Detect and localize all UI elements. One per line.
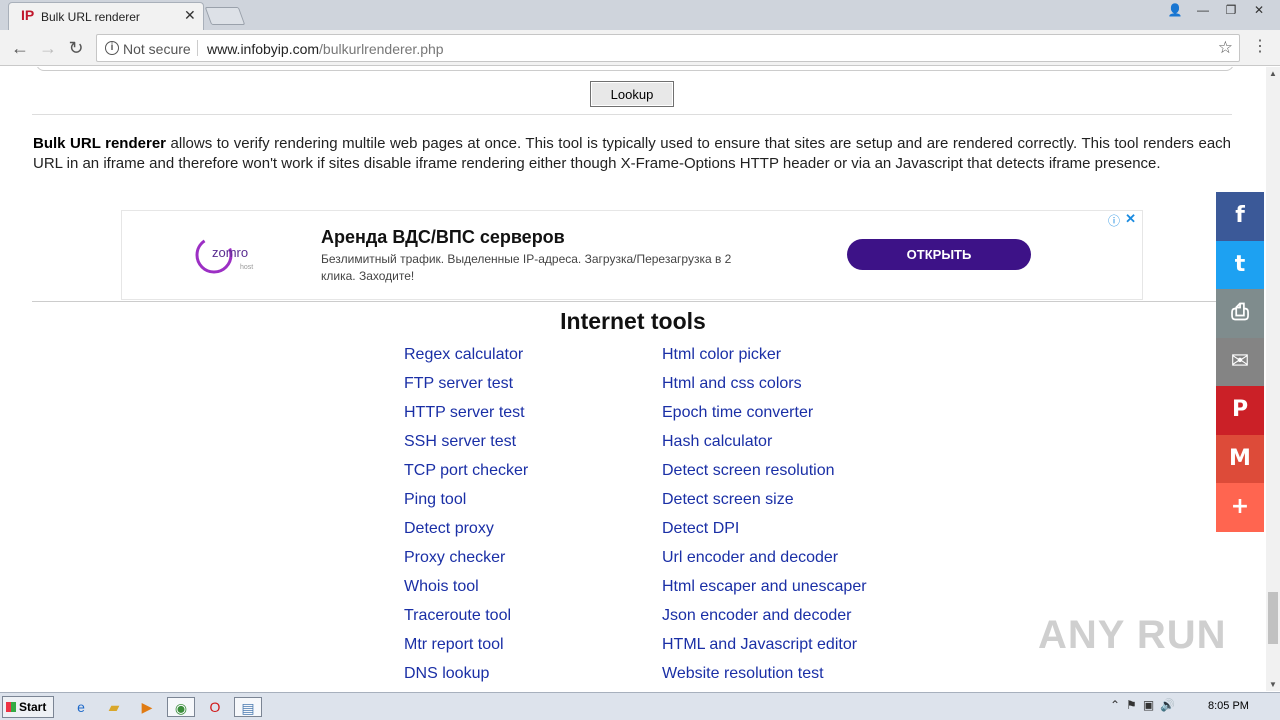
start-label: Start	[19, 700, 47, 714]
media-player-icon[interactable]: ▶	[136, 697, 158, 717]
ad-logo-sub: host	[240, 264, 253, 271]
start-button[interactable]: Start	[2, 696, 54, 718]
tool-link[interactable]: Ping tool	[404, 491, 528, 520]
tools-column-2: Html color picker Html and css colors Epoc…	[662, 346, 867, 691]
clock[interactable]: 8:05 PM	[1208, 700, 1249, 712]
ad-close-icon[interactable]: ✕	[1125, 211, 1136, 227]
tool-link[interactable]: Html and css colors	[662, 375, 867, 404]
facebook-icon[interactable]: f	[1216, 192, 1264, 241]
scroll-up-icon[interactable]: ▲	[1269, 69, 1277, 78]
menu-icon[interactable]: ⋮	[1250, 36, 1270, 56]
ad-banner[interactable]: zomro host Аренда ВДС/ВПС серверов Безли…	[121, 210, 1143, 300]
info-icon[interactable]: i	[105, 41, 119, 55]
security-label: Not secure	[123, 41, 191, 57]
tool-link[interactable]: Epoch time converter	[662, 404, 867, 433]
description-text: allows to verify rendering multile web p…	[33, 135, 1231, 172]
tool-link[interactable]: HTTP server test	[404, 404, 528, 433]
tool-link[interactable]: Json encoder and decoder	[662, 607, 867, 636]
tools-column-1: Regex calculator FTP server test HTTP serv…	[404, 346, 528, 691]
chrome-icon[interactable]: ◉	[167, 697, 195, 717]
windows-logo-icon	[6, 702, 16, 712]
ad-open-button[interactable]: ОТКРЫТЬ	[847, 239, 1031, 270]
site-favicon-icon: IP	[21, 7, 35, 23]
page-content: Lookup Bulk URL renderer allows to verif…	[0, 67, 1266, 691]
bookmark-star-icon[interactable]: ☆	[1218, 38, 1233, 58]
tool-link[interactable]: Html escaper and unescaper	[662, 578, 867, 607]
description-bold: Bulk URL renderer	[33, 135, 166, 152]
minimize-icon[interactable]: —	[1192, 2, 1214, 18]
ad-title: Аренда ВДС/ВПС серверов	[321, 227, 565, 247]
zomro-logo-icon: zomro host	[195, 236, 253, 274]
url-text: www.infobyip.com/bulkurlrenderer.php	[207, 41, 444, 57]
windows-taskbar: Start e ▰ ▶ ◉ O ▤ ⌃⚑▣🔊 8:05 PM	[0, 692, 1280, 720]
new-tab-button[interactable]	[204, 7, 246, 25]
browser-tab[interactable]: IP Bulk URL renderer ✕	[8, 2, 204, 30]
tool-link[interactable]: Detect DPI	[662, 520, 867, 549]
tool-link[interactable]: Regex calculator	[404, 346, 528, 375]
tool-link[interactable]: Detect proxy	[404, 520, 528, 549]
gmail-icon[interactable]: M	[1216, 434, 1264, 483]
tab-title: Bulk URL renderer	[41, 10, 140, 24]
user-icon[interactable]: 👤	[1164, 2, 1186, 18]
scroll-down-icon[interactable]: ▼	[1269, 680, 1277, 689]
tool-link[interactable]: Traceroute tool	[404, 607, 528, 636]
tools-heading: Internet tools	[560, 308, 706, 334]
divider	[32, 114, 1232, 115]
pinterest-icon[interactable]: P	[1216, 386, 1264, 435]
tool-link[interactable]: Mtr report tool	[404, 636, 528, 665]
tool-link[interactable]: Detect screen size	[662, 491, 867, 520]
opera-icon[interactable]: O	[204, 697, 226, 717]
ad-text: Безлимитный трафик. Выделенные IP-адреса…	[321, 252, 732, 283]
more-icon[interactable]: +	[1216, 483, 1264, 532]
close-window-icon[interactable]: ✕	[1248, 2, 1270, 18]
share-sidebar: f t ⎙ ✉ P M +	[1216, 192, 1264, 532]
system-tray[interactable]: ⌃⚑▣🔊	[1110, 698, 1181, 712]
tool-description: Bulk URL renderer allows to verify rende…	[33, 134, 1231, 173]
ie-icon[interactable]: e	[70, 697, 92, 717]
tool-link[interactable]: DNS lookup	[404, 665, 528, 691]
tool-link[interactable]: Detect screen resolution	[662, 462, 867, 491]
restore-icon[interactable]: ❐	[1220, 2, 1242, 18]
divider	[32, 301, 1232, 302]
url-textarea[interactable]	[36, 67, 1234, 71]
browser-toolbar: ← → ↻ i Not secure www.infobyip.com/bulk…	[0, 30, 1280, 66]
forward-icon[interactable]: →	[36, 36, 60, 60]
anyrun-watermark: ANY RUN	[1038, 613, 1227, 657]
tool-link[interactable]: Proxy checker	[404, 549, 528, 578]
notepad-icon[interactable]: ▤	[234, 697, 262, 717]
twitter-icon[interactable]: t	[1216, 240, 1264, 289]
tool-link[interactable]: Html color picker	[662, 346, 867, 375]
explorer-folder-icon[interactable]: ▰	[103, 697, 125, 717]
url-host: www.infobyip.com	[207, 41, 320, 57]
lookup-button[interactable]: Lookup	[590, 81, 674, 107]
browser-titlebar: IP Bulk URL renderer ✕ 👤 — ❐ ✕	[0, 0, 1280, 30]
ad-info-icon[interactable]: ⓘ	[1108, 212, 1120, 229]
tool-link[interactable]: Hash calculator	[662, 433, 867, 462]
scroll-thumb[interactable]	[1268, 592, 1278, 644]
tool-link[interactable]: Whois tool	[404, 578, 528, 607]
tool-link[interactable]: SSH server test	[404, 433, 528, 462]
back-icon[interactable]: ←	[8, 36, 32, 60]
tool-link[interactable]: Website resolution test	[662, 665, 867, 691]
ad-logo-text: zomro	[212, 245, 248, 260]
tool-link[interactable]: FTP server test	[404, 375, 528, 404]
address-divider	[197, 40, 198, 56]
window-controls: 👤 — ❐ ✕	[1164, 2, 1270, 18]
scrollbar[interactable]: ▲ ▼	[1266, 67, 1280, 691]
print-icon[interactable]: ⎙	[1216, 289, 1264, 338]
reload-icon[interactable]: ↻	[64, 36, 88, 60]
email-icon[interactable]: ✉	[1216, 337, 1264, 386]
tool-link[interactable]: Url encoder and decoder	[662, 549, 867, 578]
tool-link[interactable]: TCP port checker	[404, 462, 528, 491]
url-path: /bulkurlrenderer.php	[319, 41, 444, 57]
tab-close-icon[interactable]: ✕	[184, 7, 196, 24]
address-bar[interactable]: i Not secure www.infobyip.com/bulkurlren…	[96, 34, 1240, 62]
tool-link[interactable]: HTML and Javascript editor	[662, 636, 867, 665]
